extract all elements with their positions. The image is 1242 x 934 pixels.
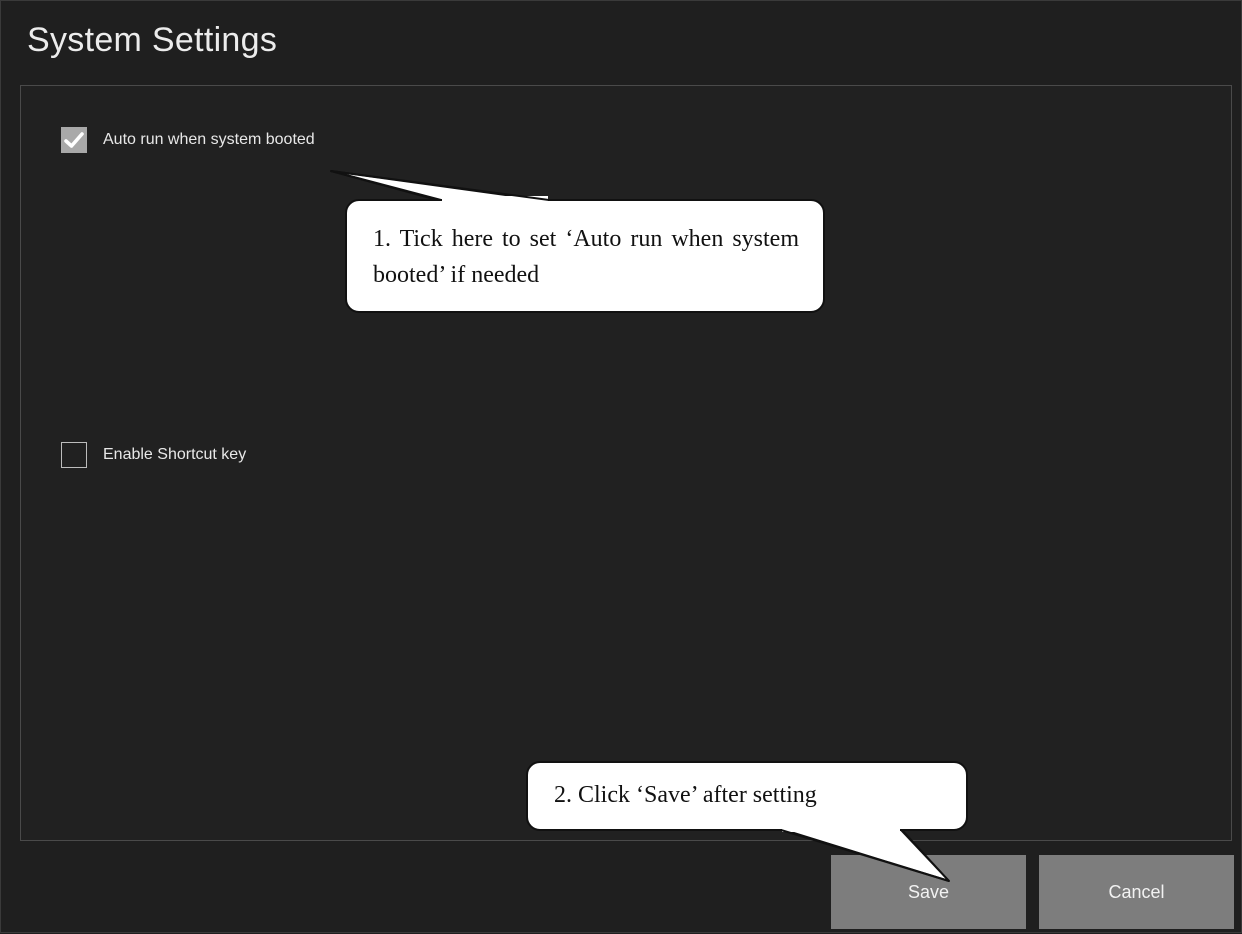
auto-run-label: Auto run when system booted bbox=[103, 131, 315, 148]
check-icon bbox=[64, 132, 84, 148]
window-title: System Settings bbox=[27, 21, 278, 59]
auto-run-checkbox[interactable] bbox=[61, 127, 87, 153]
shortcut-option[interactable]: Enable Shortcut key bbox=[61, 442, 246, 468]
callout-step-2: 2. Click ‘Save’ after setting bbox=[526, 761, 968, 831]
shortcut-label: Enable Shortcut key bbox=[103, 446, 247, 463]
auto-run-option[interactable]: Auto run when system booted bbox=[61, 127, 315, 153]
save-button[interactable]: Save bbox=[831, 855, 1026, 929]
system-settings-window: System Settings Auto run when system boo… bbox=[0, 0, 1242, 933]
callout-step-1: 1. Tick here to set ‘Auto run when syste… bbox=[345, 199, 825, 313]
shortcut-checkbox[interactable] bbox=[61, 442, 87, 468]
cancel-button[interactable]: Cancel bbox=[1039, 855, 1234, 929]
